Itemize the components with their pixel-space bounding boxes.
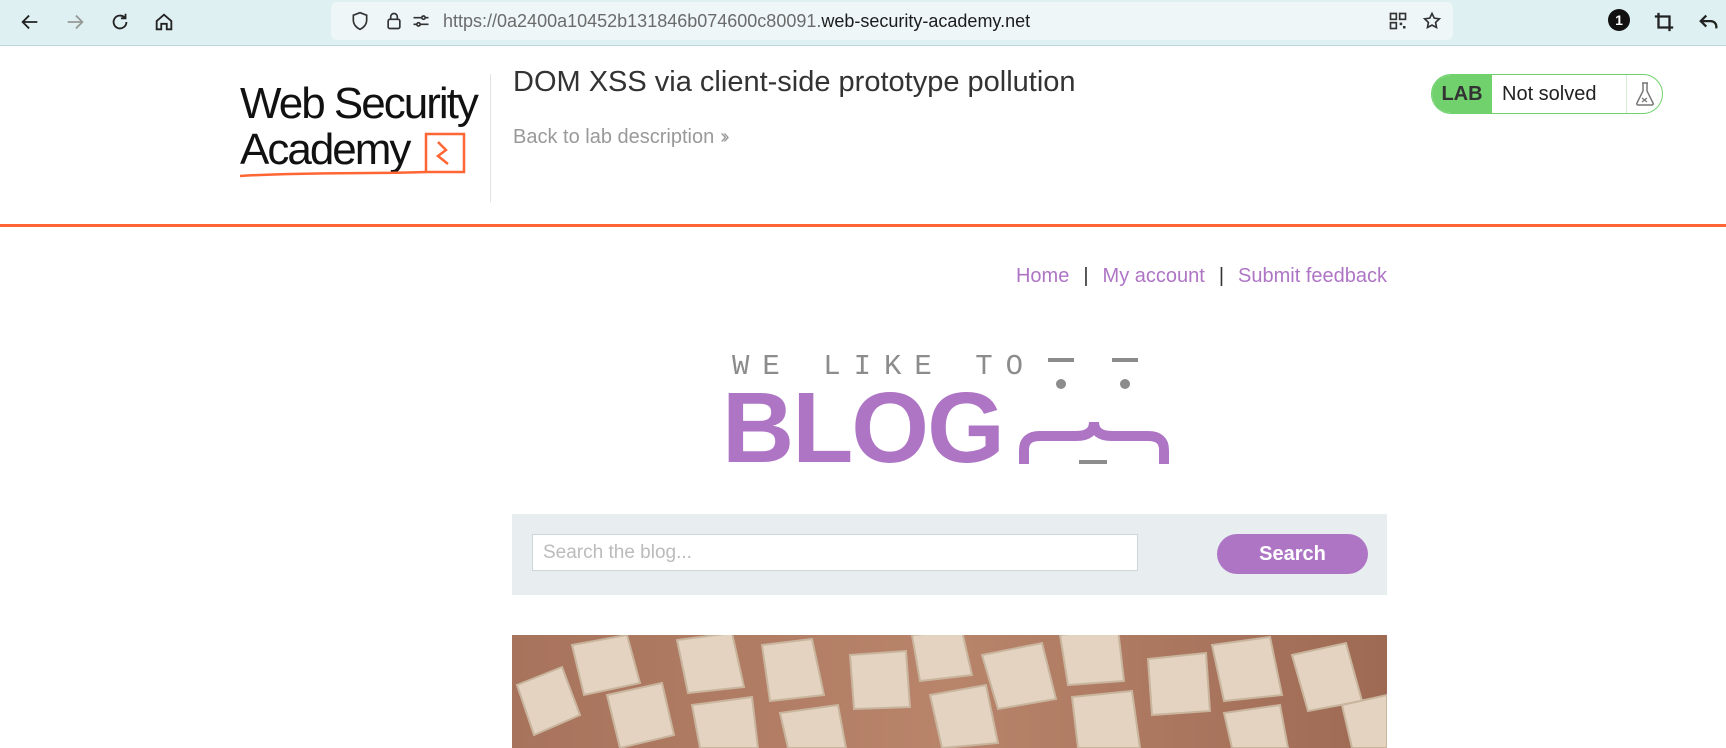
blog-post-image[interactable] xyxy=(512,635,1387,748)
web-security-academy-logo[interactable]: Web Security Academy xyxy=(239,72,490,187)
search-input[interactable] xyxy=(532,534,1138,571)
url-prefix: https://0a2400a10452b131846b074600c80091… xyxy=(443,11,822,31)
url-host: web-security-academy.net xyxy=(821,11,1031,31)
header-divider xyxy=(490,74,491,202)
lock-icon[interactable] xyxy=(384,11,404,31)
nav-submit-feedback-link[interactable]: Submit feedback xyxy=(1238,265,1387,287)
shield-icon[interactable] xyxy=(350,11,370,31)
lab-status-widget: LAB Not solved xyxy=(1431,74,1663,114)
double-chevron-icon: ›› xyxy=(720,126,730,148)
forward-arrow-icon[interactable] xyxy=(58,5,92,39)
search-panel: Search xyxy=(512,514,1387,595)
address-bar[interactable]: https://0a2400a10452b131846b074600c80091… xyxy=(331,2,1453,40)
nav-separator: | xyxy=(1218,265,1225,287)
url-text[interactable]: https://0a2400a10452b131846b074600c80091… xyxy=(443,11,1030,32)
search-button[interactable]: Search xyxy=(1217,534,1368,574)
lab-status-text: Not solved xyxy=(1492,75,1627,113)
lab-header: Web Security Academy DOM XSS via client-… xyxy=(0,46,1726,227)
notification-count: 1 xyxy=(1615,12,1623,28)
lab-tag: LAB xyxy=(1432,75,1492,113)
svg-text:Web Security: Web Security xyxy=(240,79,479,128)
flask-icon xyxy=(1627,75,1662,113)
svg-text:Academy: Academy xyxy=(240,125,411,174)
back-to-lab-description-link[interactable]: Back to lab description ›› xyxy=(513,126,730,149)
lab-title: DOM XSS via client-side prototype pollut… xyxy=(513,66,1076,98)
nav-home-link[interactable]: Home xyxy=(1016,265,1069,287)
bookmark-star-icon[interactable] xyxy=(1422,11,1442,31)
extension-badge-icon[interactable]: 1 xyxy=(1608,9,1630,31)
back-arrow-icon[interactable] xyxy=(13,5,47,39)
crop-screenshot-icon[interactable] xyxy=(1647,5,1681,39)
qr-code-icon[interactable] xyxy=(1388,11,1408,31)
site-nav: Home | My account | Submit feedback xyxy=(1016,265,1387,288)
site-permissions-icon[interactable] xyxy=(411,11,431,31)
home-icon[interactable] xyxy=(147,5,181,39)
reload-icon[interactable] xyxy=(103,5,137,39)
nav-my-account-link[interactable]: My account xyxy=(1103,265,1205,287)
undo-arrow-icon[interactable] xyxy=(1692,5,1726,39)
back-link-label: Back to lab description xyxy=(513,126,715,148)
blog-title: BLOG xyxy=(722,372,1005,484)
nav-separator: | xyxy=(1083,265,1089,287)
blog-face-icon xyxy=(1018,352,1178,477)
browser-toolbar: https://0a2400a10452b131846b074600c80091… xyxy=(0,0,1726,46)
